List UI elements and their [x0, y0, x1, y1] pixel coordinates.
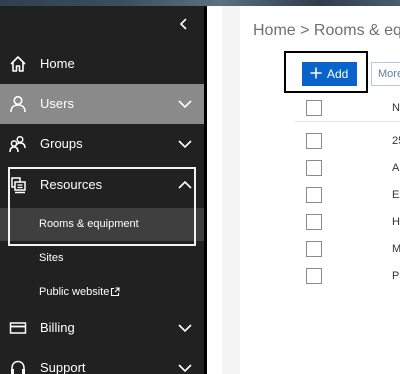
sidebar-item-label: Billing — [40, 320, 75, 335]
sidebar-subitem-public-website[interactable]: Public website — [0, 276, 204, 309]
more-button[interactable]: More — [371, 62, 400, 86]
sidebar: Home Users Groups Resources Rooms & equi… — [0, 6, 204, 374]
user-icon — [10, 95, 26, 113]
chevron-down-icon — [178, 100, 192, 109]
row-checkbox[interactable] — [306, 214, 322, 230]
row-name[interactable]: H — [392, 210, 400, 234]
sidebar-subitem-sites[interactable]: Sites — [0, 242, 204, 275]
home-icon — [10, 56, 26, 72]
main-content: Home > Rooms & eq Add More Na 25 A Ex H … — [240, 6, 400, 374]
support-icon — [11, 360, 25, 374]
row-name[interactable]: A — [392, 156, 399, 180]
row-name[interactable]: M — [392, 237, 400, 261]
sidebar-item-label: Users — [40, 96, 74, 111]
row-name[interactable]: Ex — [392, 183, 400, 207]
sidebar-item-label: Home — [40, 56, 75, 71]
breadcrumb: Home > Rooms & eq — [253, 22, 400, 39]
content-rail — [222, 6, 240, 374]
sidebar-item-support[interactable]: Support — [0, 348, 204, 374]
external-link-icon — [110, 287, 120, 297]
chevron-down-icon — [178, 364, 192, 373]
sidebar-item-groups[interactable]: Groups — [0, 124, 204, 164]
row-checkbox[interactable] — [306, 133, 322, 149]
row-checkbox[interactable] — [306, 187, 322, 203]
sidebar-item-home[interactable]: Home — [0, 44, 204, 84]
sidebar-subitem-label: Public website — [39, 286, 110, 298]
row-checkbox[interactable] — [306, 268, 322, 284]
add-button[interactable]: Add — [302, 62, 357, 86]
table-row[interactable]: M — [240, 237, 400, 263]
table-row[interactable]: A — [240, 156, 400, 182]
row-name[interactable]: 25 — [392, 129, 400, 153]
select-all-checkbox[interactable] — [306, 100, 322, 116]
row-name[interactable]: Pa — [392, 264, 400, 288]
billing-icon — [9, 322, 27, 334]
add-button-label: Add — [327, 67, 349, 81]
resources-focus-outline — [8, 167, 196, 246]
column-header-name[interactable]: Na — [392, 96, 400, 120]
header-divider — [295, 121, 400, 122]
gutter — [207, 6, 222, 374]
chevron-down-icon — [178, 140, 192, 149]
table-row[interactable]: Ex — [240, 183, 400, 209]
plus-icon — [310, 67, 322, 79]
sidebar-item-users[interactable]: Users — [0, 84, 204, 124]
table-header-row: Na — [240, 96, 400, 122]
groups-icon — [9, 135, 26, 153]
sidebar-subitem-label: Sites — [39, 252, 64, 264]
sidebar-item-label: Support — [40, 360, 86, 374]
sidebar-item-billing[interactable]: Billing — [0, 308, 204, 348]
collapse-nav-icon[interactable] — [176, 16, 192, 32]
row-checkbox[interactable] — [306, 160, 322, 176]
chevron-down-icon — [178, 324, 192, 333]
table-row[interactable]: 25 — [240, 129, 400, 155]
table-row[interactable]: H — [240, 210, 400, 236]
table-row[interactable]: Pa — [240, 264, 400, 290]
row-checkbox[interactable] — [306, 241, 322, 257]
sidebar-item-label: Groups — [40, 136, 83, 151]
